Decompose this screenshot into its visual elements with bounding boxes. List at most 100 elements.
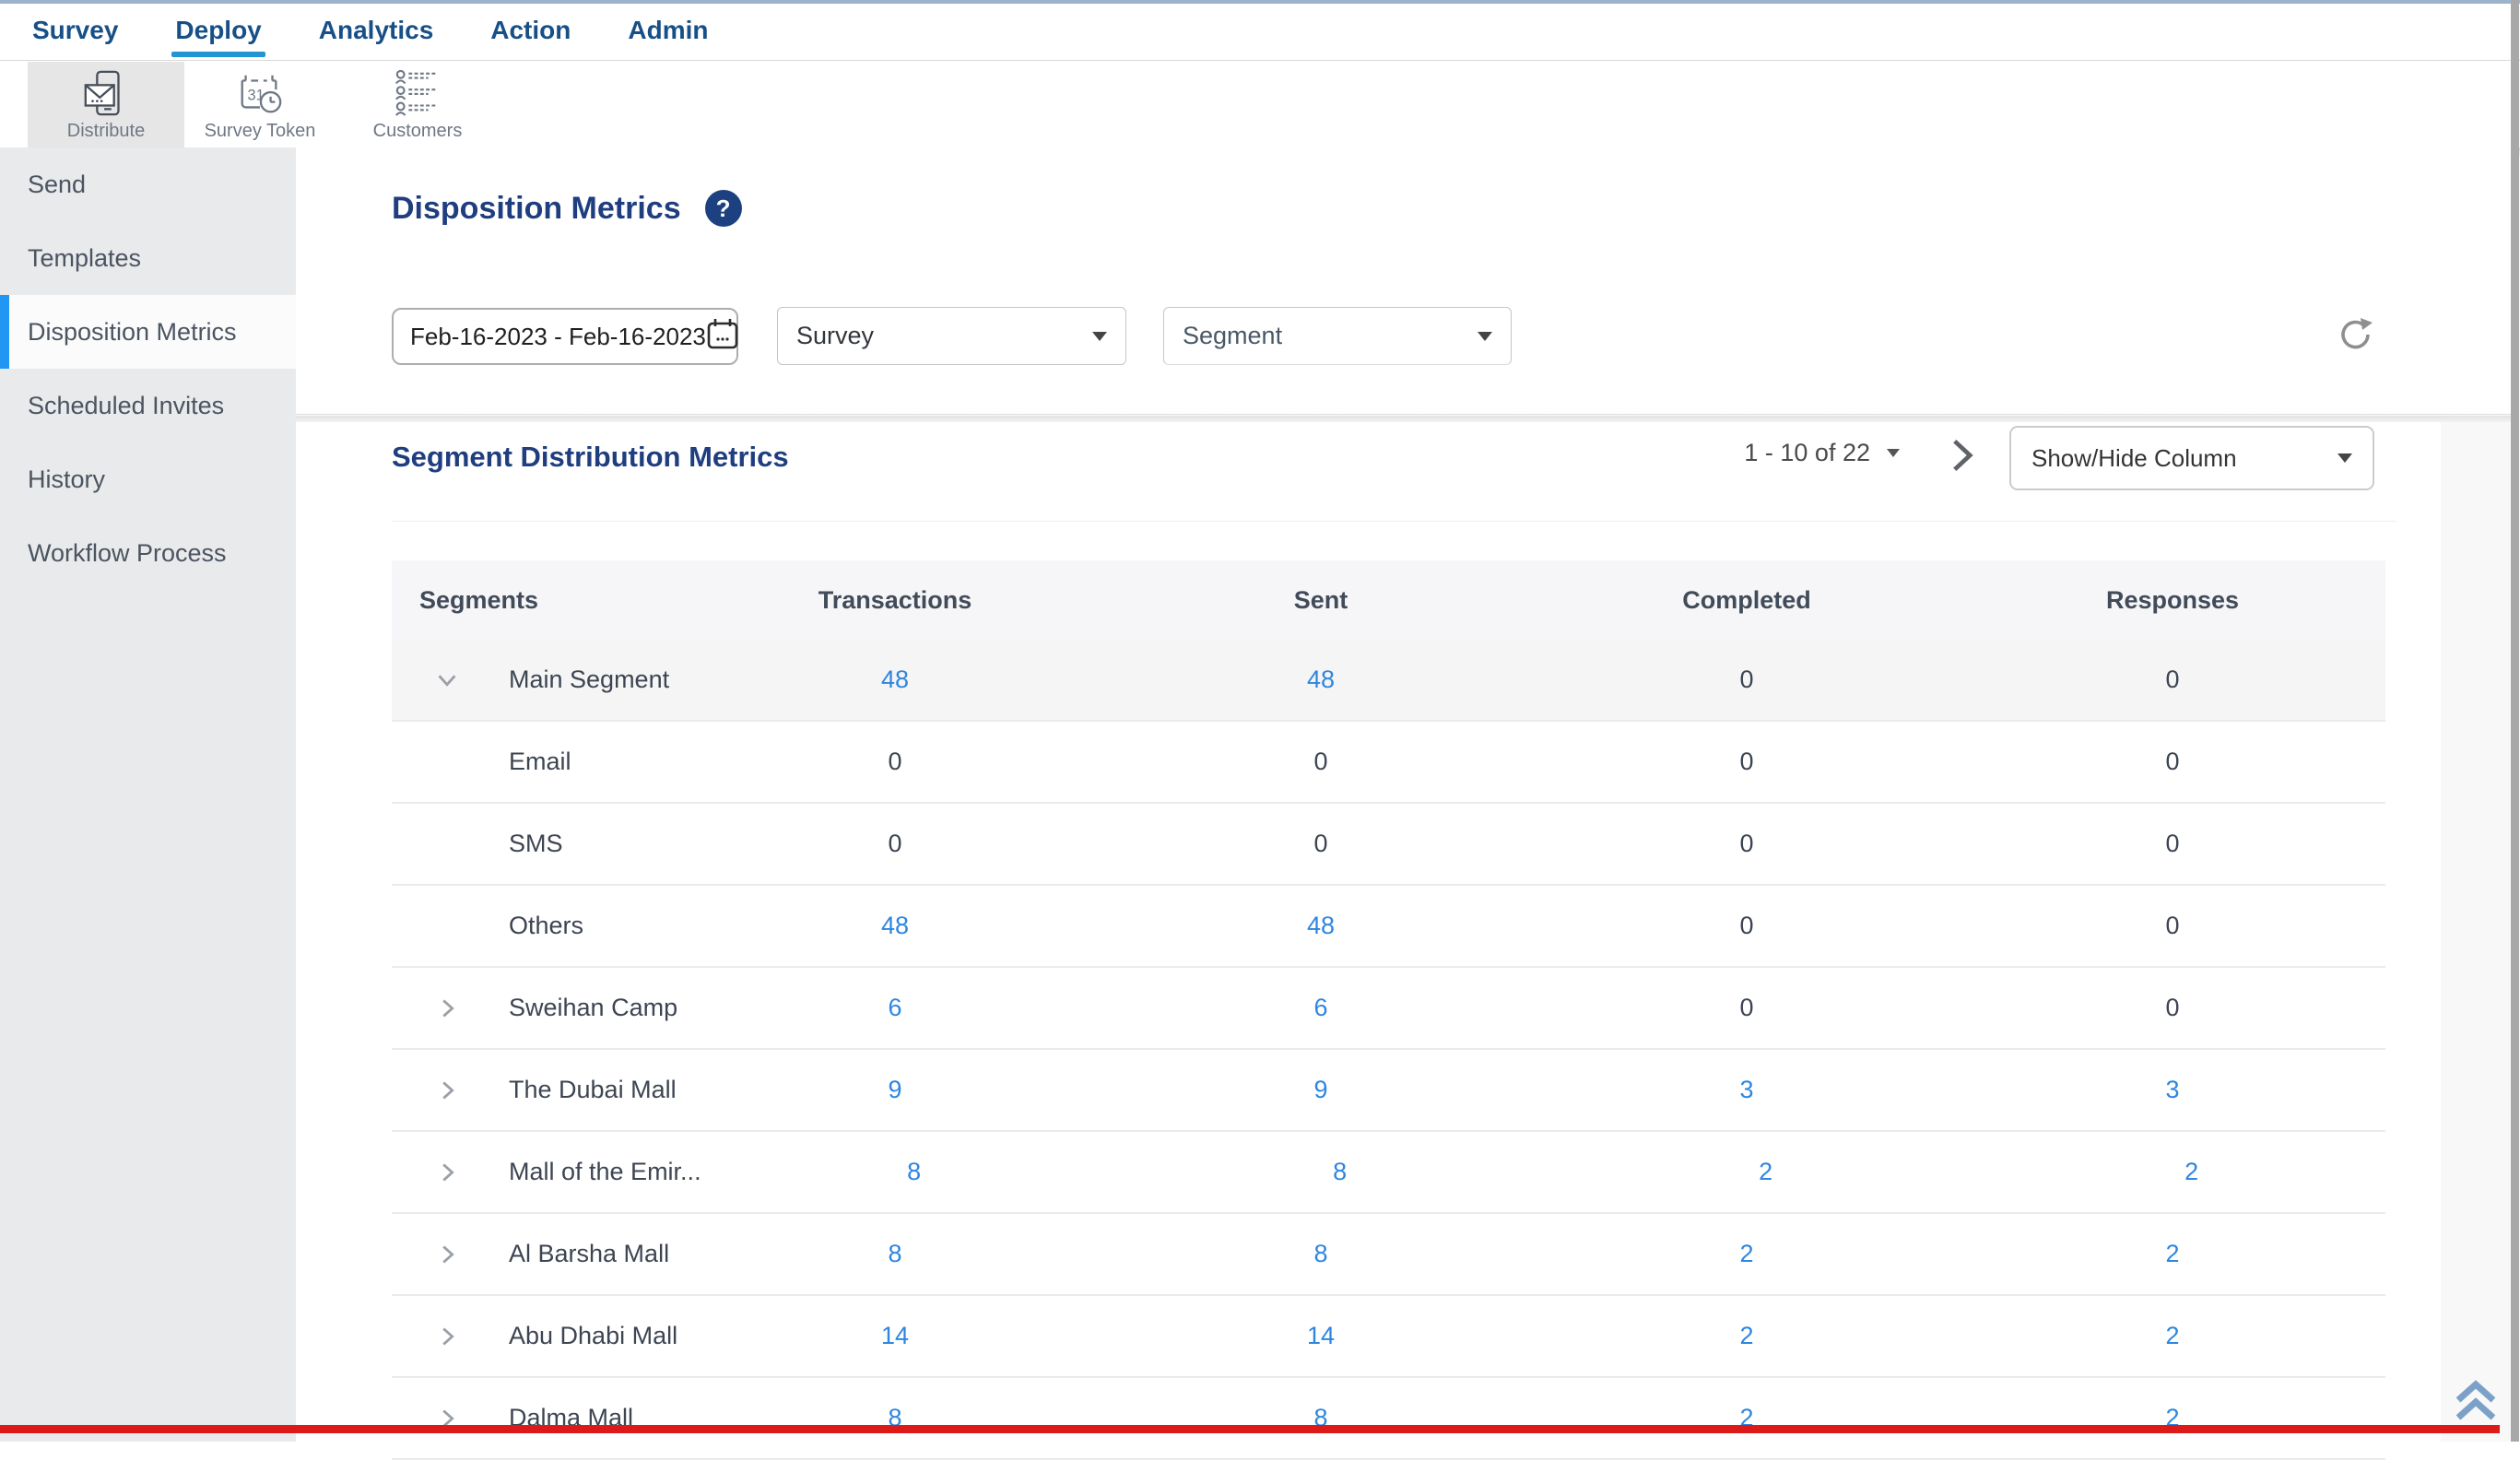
tab-distribute-label: Distribute: [67, 121, 145, 142]
deploy-toolbar: Distribute 31 Survey Token: [0, 62, 2520, 147]
metric-value[interactable]: 2: [2184, 1158, 2198, 1185]
metric-value[interactable]: 6: [1313, 994, 1327, 1021]
metric-value[interactable]: 14: [881, 1322, 909, 1349]
metric-value[interactable]: 2: [2165, 1240, 2179, 1267]
metric-value: 0: [1739, 665, 1753, 693]
segment-name: Al Barsha Mall: [509, 1240, 669, 1268]
metric-value: 0: [1739, 748, 1753, 775]
nav-item-admin[interactable]: Admin: [628, 4, 708, 61]
table-row[interactable]: Al Barsha Mall 8 8 2 2: [392, 1214, 2385, 1296]
nav-item-action[interactable]: Action: [490, 4, 571, 61]
metric-value[interactable]: 48: [881, 912, 909, 939]
metric-value[interactable]: 3: [2165, 1076, 2179, 1103]
sidebar-item-disposition-metrics[interactable]: Disposition Metrics: [0, 295, 296, 369]
metric-value[interactable]: 6: [888, 994, 901, 1021]
table-row[interactable]: Dalma Mall8822: [392, 1378, 2385, 1460]
column-header-transactions: Transactions: [682, 586, 1108, 615]
table-row[interactable]: Others484800: [392, 886, 2385, 968]
table-header-row: Segments Transactions Sent Completed Res…: [392, 560, 2385, 640]
sidebar: Send Templates Disposition Metrics Sched…: [0, 147, 296, 1442]
segment-name: Sweihan Camp: [509, 994, 677, 1022]
metric-value[interactable]: 48: [881, 665, 909, 693]
metric-value: 0: [1739, 912, 1753, 939]
metric-value[interactable]: 8: [1313, 1240, 1327, 1267]
section-title: Segment Distribution Metrics: [392, 441, 789, 474]
metric-value[interactable]: 8: [888, 1240, 901, 1267]
show-hide-column-label: Show/Hide Column: [2031, 444, 2337, 473]
segment-select[interactable]: Segment: [1163, 307, 1512, 365]
table-row[interactable]: Mall of the Emir... 8 8 2 2: [392, 1132, 2385, 1214]
table-row[interactable]: Sweihan Camp 6 6 0 0: [392, 968, 2385, 1050]
pagination-dropdown[interactable]: 1 - 10 of 22: [1715, 439, 1900, 467]
metric-value[interactable]: 2: [1739, 1322, 1753, 1349]
metric-value[interactable]: 2: [1739, 1240, 1753, 1267]
nav-item-deploy[interactable]: Deploy: [175, 4, 261, 61]
metric-value: 0: [2165, 665, 2179, 693]
expand-right-icon[interactable]: [433, 1077, 470, 1104]
expand-right-icon[interactable]: [433, 1159, 470, 1186]
tab-survey-token[interactable]: 31 Survey Token: [182, 62, 338, 147]
expand-right-icon[interactable]: [433, 1323, 470, 1350]
table-row[interactable]: SMS0000: [392, 804, 2385, 886]
chevron-down-icon: [1478, 332, 1492, 341]
metric-value[interactable]: 2: [1759, 1158, 1772, 1185]
sidebar-item-templates[interactable]: Templates: [0, 221, 296, 295]
metric-value[interactable]: 9: [888, 1076, 901, 1103]
customers-list-icon: [393, 67, 442, 119]
metric-value[interactable]: 3: [1739, 1076, 1753, 1103]
sidebar-item-history[interactable]: History: [0, 442, 296, 516]
vertical-scrollbar[interactable]: [2511, 0, 2519, 1442]
calendar-clock-icon: 31: [235, 67, 285, 119]
expand-right-icon[interactable]: [433, 995, 470, 1022]
tab-customers-label: Customers: [373, 121, 463, 142]
metric-value[interactable]: 9: [1313, 1076, 1327, 1103]
expand-right-icon[interactable]: [433, 1241, 470, 1268]
filters-card: Disposition Metrics ? Feb-16-2023 - Feb-…: [296, 147, 2513, 415]
metric-value: 0: [1313, 748, 1327, 775]
table-row[interactable]: Email0000: [392, 722, 2385, 804]
sidebar-item-scheduled-invites[interactable]: Scheduled Invites: [0, 369, 296, 442]
metrics-card: Segment Distribution Metrics 1 - 10 of 2…: [296, 422, 2441, 1442]
metric-value[interactable]: 8: [1333, 1158, 1347, 1185]
main-nav: Survey Deploy Analytics Action Admin: [0, 4, 2520, 61]
help-icon[interactable]: ?: [705, 190, 742, 227]
metric-value[interactable]: 2: [2165, 1322, 2179, 1349]
table-row[interactable]: Main Segment 48 48 0 0: [392, 640, 2385, 722]
tab-distribute[interactable]: Distribute: [28, 62, 184, 147]
sidebar-item-workflow-process[interactable]: Workflow Process: [0, 516, 296, 590]
chevron-down-icon: [1887, 449, 1900, 457]
metric-value: 0: [1739, 994, 1753, 1021]
scroll-to-top-icon[interactable]: [2450, 1373, 2502, 1425]
metric-value: 0: [888, 830, 901, 857]
nav-item-analytics[interactable]: Analytics: [319, 4, 434, 61]
metric-value: 0: [1313, 830, 1327, 857]
next-page-button[interactable]: [1946, 437, 1979, 474]
sidebar-item-send[interactable]: Send: [0, 147, 296, 221]
table-row[interactable]: Abu Dhabi Mall141422: [392, 1296, 2385, 1378]
metric-value[interactable]: 14: [1307, 1322, 1335, 1349]
refresh-icon[interactable]: [2336, 314, 2376, 355]
tab-customers[interactable]: Customers: [339, 62, 496, 147]
segment-name: Main Segment: [509, 665, 669, 694]
segment-name: Others: [509, 912, 583, 940]
page-title: Disposition Metrics: [392, 191, 681, 227]
expand-down-icon[interactable]: [433, 666, 470, 694]
column-header-completed: Completed: [1534, 586, 1960, 615]
date-range-input[interactable]: Feb-16-2023 - Feb-16-2023: [392, 308, 738, 365]
metric-value: 0: [2165, 748, 2179, 775]
metric-value[interactable]: 8: [907, 1158, 921, 1185]
nav-item-survey[interactable]: Survey: [32, 4, 118, 61]
calendar-icon[interactable]: [706, 317, 739, 357]
segment-select-value: Segment: [1183, 322, 1478, 350]
metric-value: 0: [2165, 994, 2179, 1021]
table-row[interactable]: The Dubai Mall9933: [392, 1050, 2385, 1132]
metric-value[interactable]: 48: [1307, 665, 1335, 693]
date-range-value: Feb-16-2023 - Feb-16-2023: [410, 323, 706, 351]
metric-value: 0: [2165, 830, 2179, 857]
column-header-responses: Responses: [1960, 586, 2385, 615]
show-hide-column-button[interactable]: Show/Hide Column: [2009, 426, 2374, 490]
metric-value[interactable]: 48: [1307, 912, 1335, 939]
phone-message-icon: [81, 67, 131, 119]
segment-name: Mall of the Emir...: [509, 1158, 701, 1186]
survey-select[interactable]: Survey: [777, 307, 1126, 365]
